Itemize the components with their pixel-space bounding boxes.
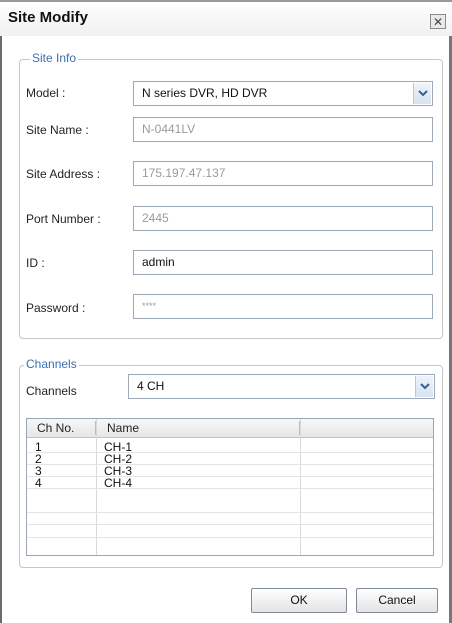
column-header-name[interactable]: Name (107, 419, 139, 437)
id-label: ID : (26, 256, 45, 270)
port-number-label: Port Number : (26, 212, 101, 226)
channel-table[interactable]: Ch No. Name 1 CH-1 2 CH-2 3 CH-3 4 CH-4 (26, 418, 434, 556)
channels-value: 4 CH (137, 379, 165, 393)
site-address-label: Site Address : (26, 167, 101, 181)
channels-dropdown-button[interactable] (415, 376, 433, 397)
ok-button[interactable]: OK (251, 588, 347, 613)
row-gridline (27, 452, 433, 453)
site-address-field[interactable]: 175.197.47.137 (133, 161, 433, 186)
channels-label: Channels (26, 384, 77, 398)
channel-table-header: Ch No. Name (27, 419, 433, 438)
row-gridline (27, 476, 433, 477)
row-gridline (27, 488, 433, 489)
row-gridline (27, 537, 433, 538)
id-field[interactable]: admin (133, 250, 433, 275)
port-number-field[interactable]: 2445 (133, 206, 433, 231)
row-gridline (27, 464, 433, 465)
channels-select[interactable]: 4 CH (128, 374, 435, 399)
window-left-border (0, 36, 2, 623)
password-label: Password : (26, 301, 86, 315)
row-gridline (27, 524, 433, 525)
channels-legend: Channels (24, 357, 79, 371)
close-button[interactable]: ✕ (430, 14, 446, 29)
cancel-button[interactable]: Cancel (356, 588, 438, 613)
chevron-down-icon (418, 90, 428, 97)
model-select[interactable]: N series DVR, HD DVR (133, 81, 433, 106)
site-name-label: Site Name : (26, 123, 89, 137)
model-value: N series DVR, HD DVR (142, 86, 268, 100)
column-header-ch-no[interactable]: Ch No. (37, 419, 74, 437)
close-icon: ✕ (432, 15, 444, 29)
title-bar: Site Modify ✕ (0, 0, 452, 36)
row-gridline (27, 512, 433, 513)
site-name-field[interactable]: N-0441LV (133, 117, 433, 142)
chevron-down-icon (420, 383, 430, 390)
site-info-legend: Site Info (30, 51, 79, 65)
model-label: Model : (26, 86, 66, 100)
window-top-border (0, 0, 452, 2)
model-dropdown-button[interactable] (413, 83, 431, 104)
window-title: Site Modify (8, 9, 89, 26)
password-field[interactable]: **** (133, 294, 433, 319)
